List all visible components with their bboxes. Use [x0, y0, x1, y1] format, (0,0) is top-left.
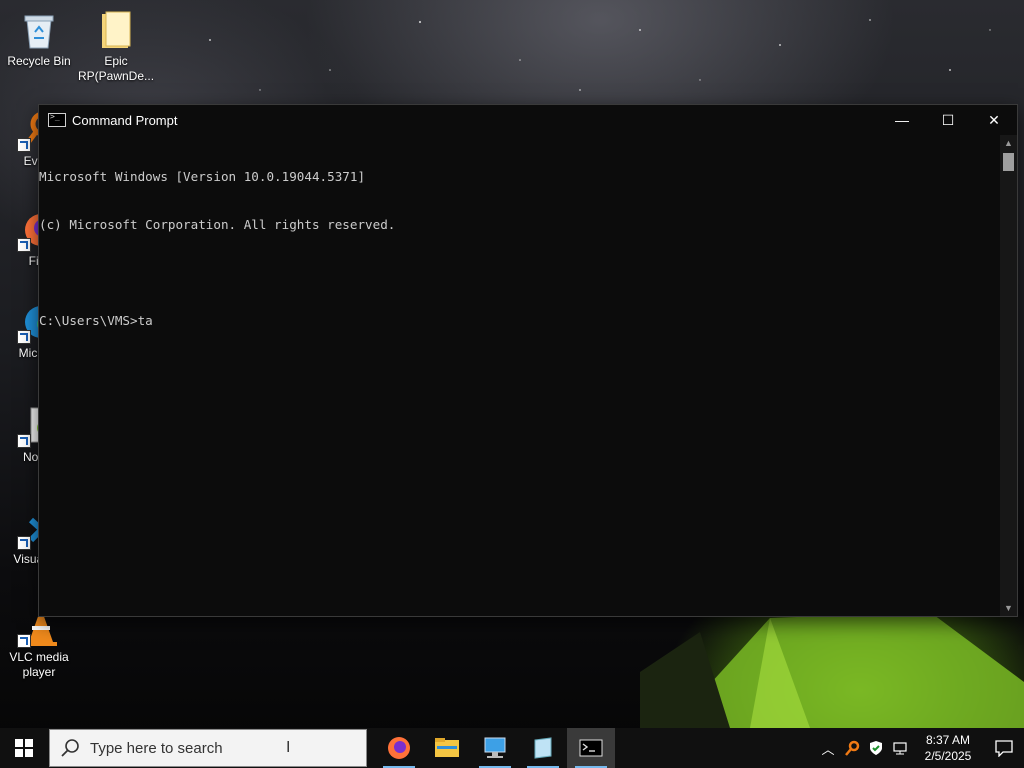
tent-graphic	[640, 612, 1024, 728]
shortcut-arrow-icon	[17, 634, 31, 648]
desktop-icon-label: Recycle Bin	[7, 54, 71, 68]
scrollbar-thumb[interactable]	[1003, 153, 1014, 171]
notepad-icon	[534, 737, 552, 759]
command-prompt-icon	[48, 112, 66, 127]
chevron-up-icon[interactable]: ︿	[816, 728, 840, 768]
console-output[interactable]: Microsoft Windows [Version 10.0.19044.53…	[39, 135, 999, 616]
system-tray: ︿ 8:37 AM 2/5/2025	[816, 728, 1024, 768]
desktop-icon-folder[interactable]: Epic RP(PawnDe...	[78, 8, 154, 84]
network-status-icon[interactable]	[888, 728, 912, 768]
start-button[interactable]	[0, 728, 48, 768]
shortcut-arrow-icon	[17, 138, 31, 152]
command-prompt-icon	[579, 739, 603, 757]
taskbar-app-firefox[interactable]	[375, 728, 423, 768]
notification-icon	[995, 740, 1013, 757]
maximize-button[interactable]: ☐	[925, 105, 971, 135]
desktop-icon-recycle-bin[interactable]: Recycle Bin	[1, 8, 77, 69]
console-line: (c) Microsoft Corporation. All rights re…	[39, 217, 396, 232]
shortcut-arrow-icon	[17, 330, 31, 344]
shortcut-arrow-icon	[17, 434, 31, 448]
taskbar-app-notepad[interactable]	[519, 728, 567, 768]
scroll-down-icon[interactable]: ▼	[1000, 600, 1017, 616]
minimize-button[interactable]: —	[879, 105, 925, 135]
file-explorer-icon	[435, 738, 459, 757]
taskbar-app-command-prompt[interactable]	[567, 728, 615, 768]
console-prompt-line: C:\Users\VMS>ta	[39, 313, 153, 328]
firefox-icon	[388, 737, 410, 759]
everything-tray-icon[interactable]	[840, 728, 864, 768]
title-bar[interactable]: Command Prompt — ☐ ✕	[39, 105, 1017, 135]
desktop-icon-label: Epic RP(PawnDe...	[78, 54, 155, 83]
taskbar: Type here to search I ︿ 8:37 AM 2/5/2025	[0, 728, 1024, 768]
shortcut-arrow-icon	[17, 536, 31, 550]
windows-logo-icon	[15, 739, 33, 757]
taskbar-clock[interactable]: 8:37 AM 2/5/2025	[918, 732, 978, 764]
scroll-up-icon[interactable]: ▲	[1000, 135, 1017, 151]
clock-date: 2/5/2025	[924, 749, 972, 763]
shortcut-arrow-icon	[17, 238, 31, 252]
command-prompt-window[interactable]: Command Prompt — ☐ ✕ Microsoft Windows […	[38, 104, 1018, 617]
taskbar-app-network[interactable]	[471, 728, 519, 768]
folder-icon	[94, 8, 138, 52]
security-shield-icon[interactable]	[864, 728, 888, 768]
window-title: Command Prompt	[72, 112, 178, 128]
search-placeholder: Type here to search	[90, 739, 223, 757]
console-line: Microsoft Windows [Version 10.0.19044.53…	[39, 169, 366, 184]
taskbar-app-file-explorer[interactable]	[423, 728, 471, 768]
close-button[interactable]: ✕	[971, 105, 1017, 135]
recycle-bin-icon	[17, 8, 61, 52]
text-cursor-icon: I	[286, 739, 291, 756]
clock-time: 8:37 AM	[925, 733, 971, 747]
search-icon	[61, 739, 79, 757]
taskbar-search-box[interactable]: Type here to search I	[49, 729, 367, 767]
network-icon	[484, 737, 506, 758]
action-center-button[interactable]	[984, 728, 1024, 768]
vertical-scrollbar[interactable]: ▲ ▼	[1000, 135, 1017, 616]
desktop-icon-label: VLC media player	[9, 650, 69, 679]
